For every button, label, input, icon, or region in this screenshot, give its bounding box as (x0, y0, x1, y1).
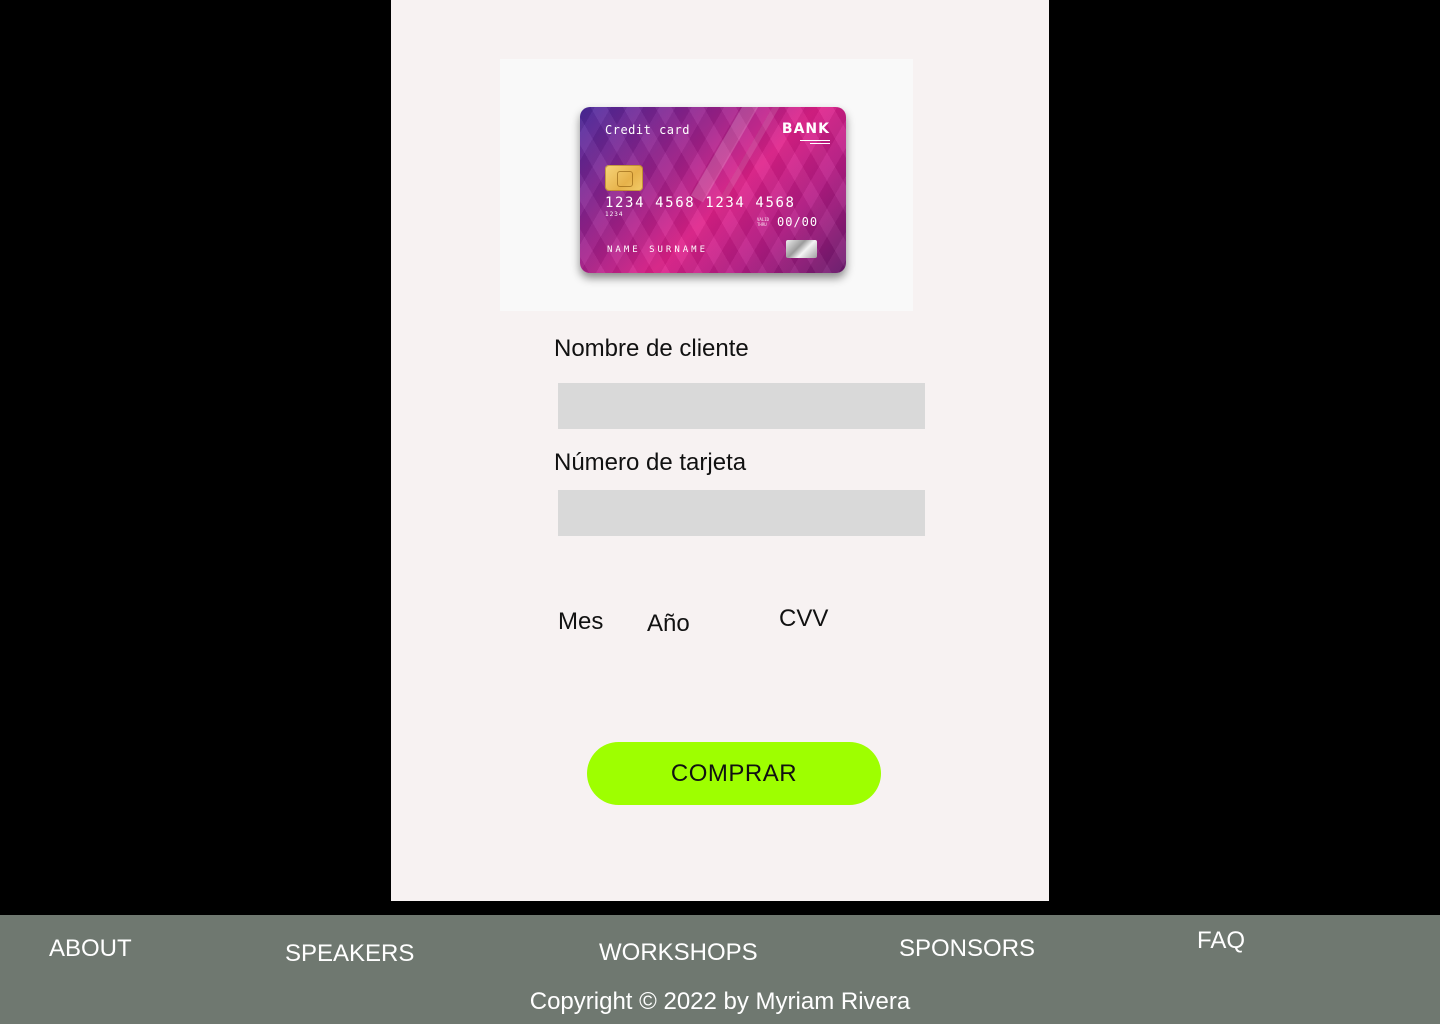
customer-name-input[interactable] (558, 383, 925, 429)
footer: ABOUT SPEAKERS WORKSHOPS SPONSORS FAQ Co… (0, 915, 1440, 1024)
footer-link-about[interactable]: ABOUT (49, 935, 132, 963)
bank-logo-underline (800, 140, 830, 141)
card-number-label: Número de tarjeta (554, 449, 747, 476)
card-title: Credit card (605, 123, 690, 137)
month-label[interactable]: Mes (558, 608, 603, 636)
cvv-label[interactable]: CVV (779, 605, 828, 633)
card-number: 1234 4568 1234 4568 (605, 195, 796, 211)
card-valid-thru: VALID THRU (757, 217, 769, 227)
card-small-number: 1234 (605, 211, 624, 218)
footer-link-workshops[interactable]: WORKSHOPS (599, 939, 758, 967)
card-hologram-icon (786, 240, 817, 258)
checkout-panel: Credit card BANK 1234 4568 1234 4568 123… (391, 0, 1049, 901)
footer-link-faq[interactable]: FAQ (1197, 927, 1245, 955)
year-label[interactable]: Año (647, 610, 690, 638)
card-holder-name: NAME SURNAME (607, 245, 709, 255)
footer-link-speakers[interactable]: SPEAKERS (285, 940, 414, 968)
footer-link-sponsors[interactable]: SPONSORS (899, 935, 1035, 963)
buy-button[interactable]: COMPRAR (587, 742, 881, 805)
credit-card-illustration: Credit card BANK 1234 4568 1234 4568 123… (580, 107, 846, 273)
card-chip-icon (605, 165, 643, 191)
customer-name-label: Nombre de cliente (554, 335, 749, 362)
card-number-input[interactable] (558, 490, 925, 536)
thru-label: THRU (757, 222, 767, 227)
card-bank-logo: BANK (781, 121, 830, 137)
card-expiry: 00/00 (777, 215, 819, 229)
credit-card-image-frame: Credit card BANK 1234 4568 1234 4568 123… (500, 59, 913, 311)
bank-logo-underline (810, 143, 830, 144)
copyright-text: Copyright © 2022 by Myriam Rivera (529, 988, 911, 1015)
